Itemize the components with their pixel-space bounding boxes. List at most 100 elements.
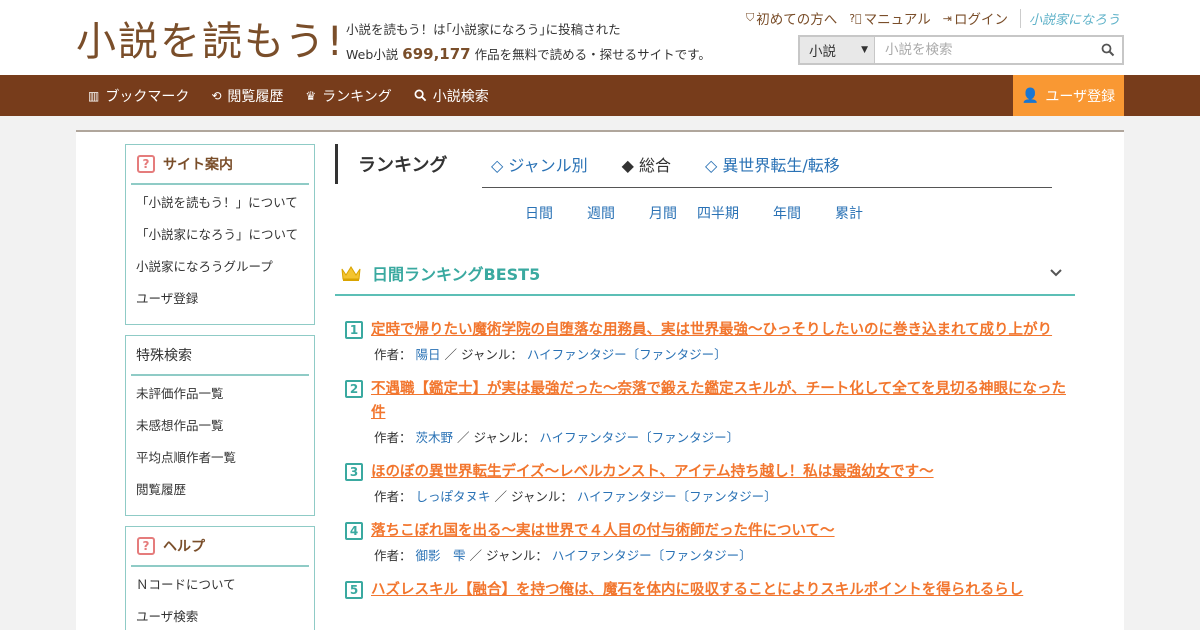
ranking-list: 1 定時で帰りたい魔術学院の自堕落な用務員、実は世界最強～ひっそりしたいのに巻き… xyxy=(345,318,1067,616)
page-title: ランキング xyxy=(358,155,448,176)
search-bar: 小説 ▼ xyxy=(798,35,1124,65)
register-label: ユーザ登録 xyxy=(1045,88,1116,105)
tab-genre[interactable]: ◇ ジャンル別 xyxy=(491,152,588,176)
login-icon: ⇥ xyxy=(942,11,952,25)
novel-meta: 作者： しっぽタヌキ ／ ジャンル： ハイファンタジー〔ファンタジー〕 xyxy=(374,486,1067,505)
tagline-suffix: 作品を無料で読める・探せるサイトです。 xyxy=(474,47,711,62)
period-tabs: 日間 週間 月間 四半期 年間 累計 xyxy=(525,203,863,223)
user-icon: 👤 xyxy=(1021,87,1040,104)
novel-title-link[interactable]: ハズレスキル【融合】を持つ俺は、魔石を体内に吸収することによりスキルポイントを得… xyxy=(371,578,1023,602)
nav-bookmark[interactable]: ▥ ブックマーク xyxy=(88,86,189,106)
author-link[interactable]: 御影 雫 xyxy=(416,548,466,563)
sidebar-item-history[interactable]: 閲覧履歴 xyxy=(136,480,314,512)
sidebar-item-register[interactable]: ユーザ登録 xyxy=(136,289,314,321)
narou-partner-logo[interactable]: 小説家になろう xyxy=(1019,8,1120,28)
help-title: ヘルプ xyxy=(163,539,205,555)
search-scope-select[interactable]: 小説 ▼ xyxy=(800,37,875,63)
genre-link[interactable]: ハイファンタジー〔ファンタジー〕 xyxy=(577,489,777,504)
first-time-label: 初めての方へ xyxy=(756,12,838,28)
novel-title-link[interactable]: ほのぼの異世界転生デイズ～レベルカンスト、アイテム持ち越し！私は最強幼女です～ xyxy=(371,460,934,484)
period-weekly[interactable]: 週間 xyxy=(587,203,649,223)
novel-meta: 作者： 御影 雫 ／ ジャンル： ハイファンタジー〔ファンタジー〕 xyxy=(374,545,1067,564)
novel-title-link[interactable]: 不遇職【鑑定士】が実は最強だった〜奈落で鍛えた鑑定スキルが、チート化して全てを見… xyxy=(371,377,1067,425)
tagline-line1: 小説を読もう！は｢小説家になろう｣に投稿された xyxy=(346,22,621,37)
rank-badge: 4 xyxy=(345,522,363,540)
novel-count: 699,177 xyxy=(402,45,471,63)
special-search-title: 特殊検索 xyxy=(136,348,192,364)
tab-divider xyxy=(482,187,1052,188)
period-monthly[interactable]: 月間 xyxy=(649,203,697,223)
period-daily[interactable]: 日間 xyxy=(525,203,587,223)
search-input[interactable] xyxy=(875,37,1094,63)
ranking-item: 3 ほのぼの異世界転生デイズ～レベルカンスト、アイテム持ち越し！私は最強幼女です… xyxy=(345,460,1067,505)
ranking-item: 1 定時で帰りたい魔術学院の自堕落な用務員、実は世界最強～ひっそりしたいのに巻き… xyxy=(345,318,1067,363)
sidebar-item-about-yomou[interactable]: 「小説を読もう！」について xyxy=(136,193,314,225)
caret-down-icon: ▼ xyxy=(861,45,868,55)
main-nav: ▥ ブックマーク ⟲ 閲覧履歴 ♛ ランキング 小説検索 👤 ユーザ登録 xyxy=(0,75,1200,116)
author-link[interactable]: 茨木野 xyxy=(416,430,454,445)
manual-label: マニュアル xyxy=(863,12,931,28)
daily-ranking-header: 日間ランキングBEST5 xyxy=(335,252,1075,296)
sidebar-item-about-narou[interactable]: 「小説家になろう」について xyxy=(136,225,314,257)
sidebar-item-avg-authors[interactable]: 平均点順作者一覧 xyxy=(136,448,314,480)
author-label: 作者： xyxy=(374,347,412,362)
period-cumulative[interactable]: 累計 xyxy=(835,203,863,223)
sidebar-item-unrated[interactable]: 未評価作品一覧 xyxy=(136,384,314,416)
period-quarterly[interactable]: 四半期 xyxy=(697,203,773,223)
site-logo[interactable]: 小説を読もう! xyxy=(76,12,345,65)
author-link[interactable]: しっぽタヌキ xyxy=(416,489,491,504)
section-title: 日間ランキングBEST5 xyxy=(372,265,541,284)
genre-link[interactable]: ハイファンタジー〔ファンタジー〕 xyxy=(527,347,727,362)
novel-title-link[interactable]: 落ちこぼれ国を出る〜実は世界で４人目の付与術師だった件について〜 xyxy=(371,519,835,543)
sidebar-item-no-review[interactable]: 未感想作品一覧 xyxy=(136,416,314,448)
tagline-prefix: Web小説 xyxy=(346,47,399,62)
question-icon: ? xyxy=(137,155,155,173)
question-icon: ? xyxy=(137,537,155,555)
sidebar-special-search: 特殊検索 未評価作品一覧 未感想作品一覧 平均点順作者一覧 閲覧履歴 xyxy=(125,335,315,516)
search-icon xyxy=(414,89,427,102)
sidebar-item-narou-group[interactable]: 小説家になろうグループ xyxy=(136,257,314,289)
first-time-link[interactable]: ⛉ 初めての方へ xyxy=(746,8,837,28)
tab-overall[interactable]: ◆ 総合 xyxy=(622,152,671,176)
sidebar-item-ncode[interactable]: Ｎコードについて xyxy=(136,575,314,607)
sidebar-help: ? ヘルプ Ｎコードについて ユーザ検索 xyxy=(125,526,315,630)
sidebar-item-user-search[interactable]: ユーザ検索 xyxy=(136,607,314,630)
tab-isekai[interactable]: ◇ 異世界転生/転移 xyxy=(705,152,840,176)
content-panel: ? サイト案内 「小説を読もう！」について 「小説家になろう」について 小説家に… xyxy=(76,130,1124,630)
login-link[interactable]: ⇥ ログイン xyxy=(942,8,1008,29)
crown-icon xyxy=(341,266,361,281)
nav-search[interactable]: 小説検索 xyxy=(414,86,489,106)
manual-link[interactable]: ?⃝ マニュアル xyxy=(849,8,931,29)
sidebar-site-guide: ? サイト案内 「小説を読もう！」について 「小説家になろう」について 小説家に… xyxy=(125,144,315,325)
period-yearly[interactable]: 年間 xyxy=(773,203,835,223)
ranking-item: 4 落ちこぼれ国を出る〜実は世界で４人目の付与術師だった件について〜 作者： 御… xyxy=(345,519,1067,564)
author-label: 作者： xyxy=(374,548,412,563)
top-links: ⛉ 初めての方へ ?⃝ マニュアル ⇥ ログイン 小説家になろう xyxy=(746,8,1120,28)
nav-history[interactable]: ⟲ 閲覧履歴 xyxy=(211,86,283,106)
question-circle-icon: ?⃝ xyxy=(849,11,862,25)
site-guide-header: ? サイト案内 xyxy=(131,145,309,185)
chevron-down-icon[interactable] xyxy=(1049,266,1063,280)
search-icon xyxy=(1101,43,1115,57)
rank-badge: 2 xyxy=(345,380,363,398)
login-label: ログイン xyxy=(953,12,1008,28)
author-label: 作者： xyxy=(374,430,412,445)
ranking-tabs: ◇ ジャンル別 ◆ 総合 ◇ 異世界転生/転移 xyxy=(491,152,840,176)
novel-title-link[interactable]: 定時で帰りたい魔術学院の自堕落な用務員、実は世界最強～ひっそりしたいのに巻き込ま… xyxy=(371,318,1052,342)
genre-link[interactable]: ハイファンタジー〔ファンタジー〕 xyxy=(552,548,752,563)
search-button[interactable] xyxy=(1094,37,1122,63)
nav-ranking[interactable]: ♛ ランキング xyxy=(305,86,391,106)
rank-badge: 3 xyxy=(345,463,363,481)
genre-label: ／ ジャンル： xyxy=(444,347,523,362)
bookshelf-icon: ▥ xyxy=(88,88,100,103)
nav-ranking-label: ランキング xyxy=(322,88,392,105)
special-search-header: 特殊検索 xyxy=(131,336,309,376)
author-link[interactable]: 陽日 xyxy=(416,347,441,362)
genre-link[interactable]: ハイファンタジー〔ファンタジー〕 xyxy=(539,430,739,445)
ranking-item: 5 ハズレスキル【融合】を持つ俺は、魔石を体内に吸収することによりスキルポイント… xyxy=(345,578,1067,602)
ranking-item: 2 不遇職【鑑定士】が実は最強だった〜奈落で鍛えた鑑定スキルが、チート化して全て… xyxy=(345,377,1067,446)
register-button[interactable]: 👤 ユーザ登録 xyxy=(1013,75,1124,116)
help-header: ? ヘルプ xyxy=(131,527,309,567)
genre-label: ／ ジャンル： xyxy=(469,548,548,563)
author-label: 作者： xyxy=(374,489,412,504)
